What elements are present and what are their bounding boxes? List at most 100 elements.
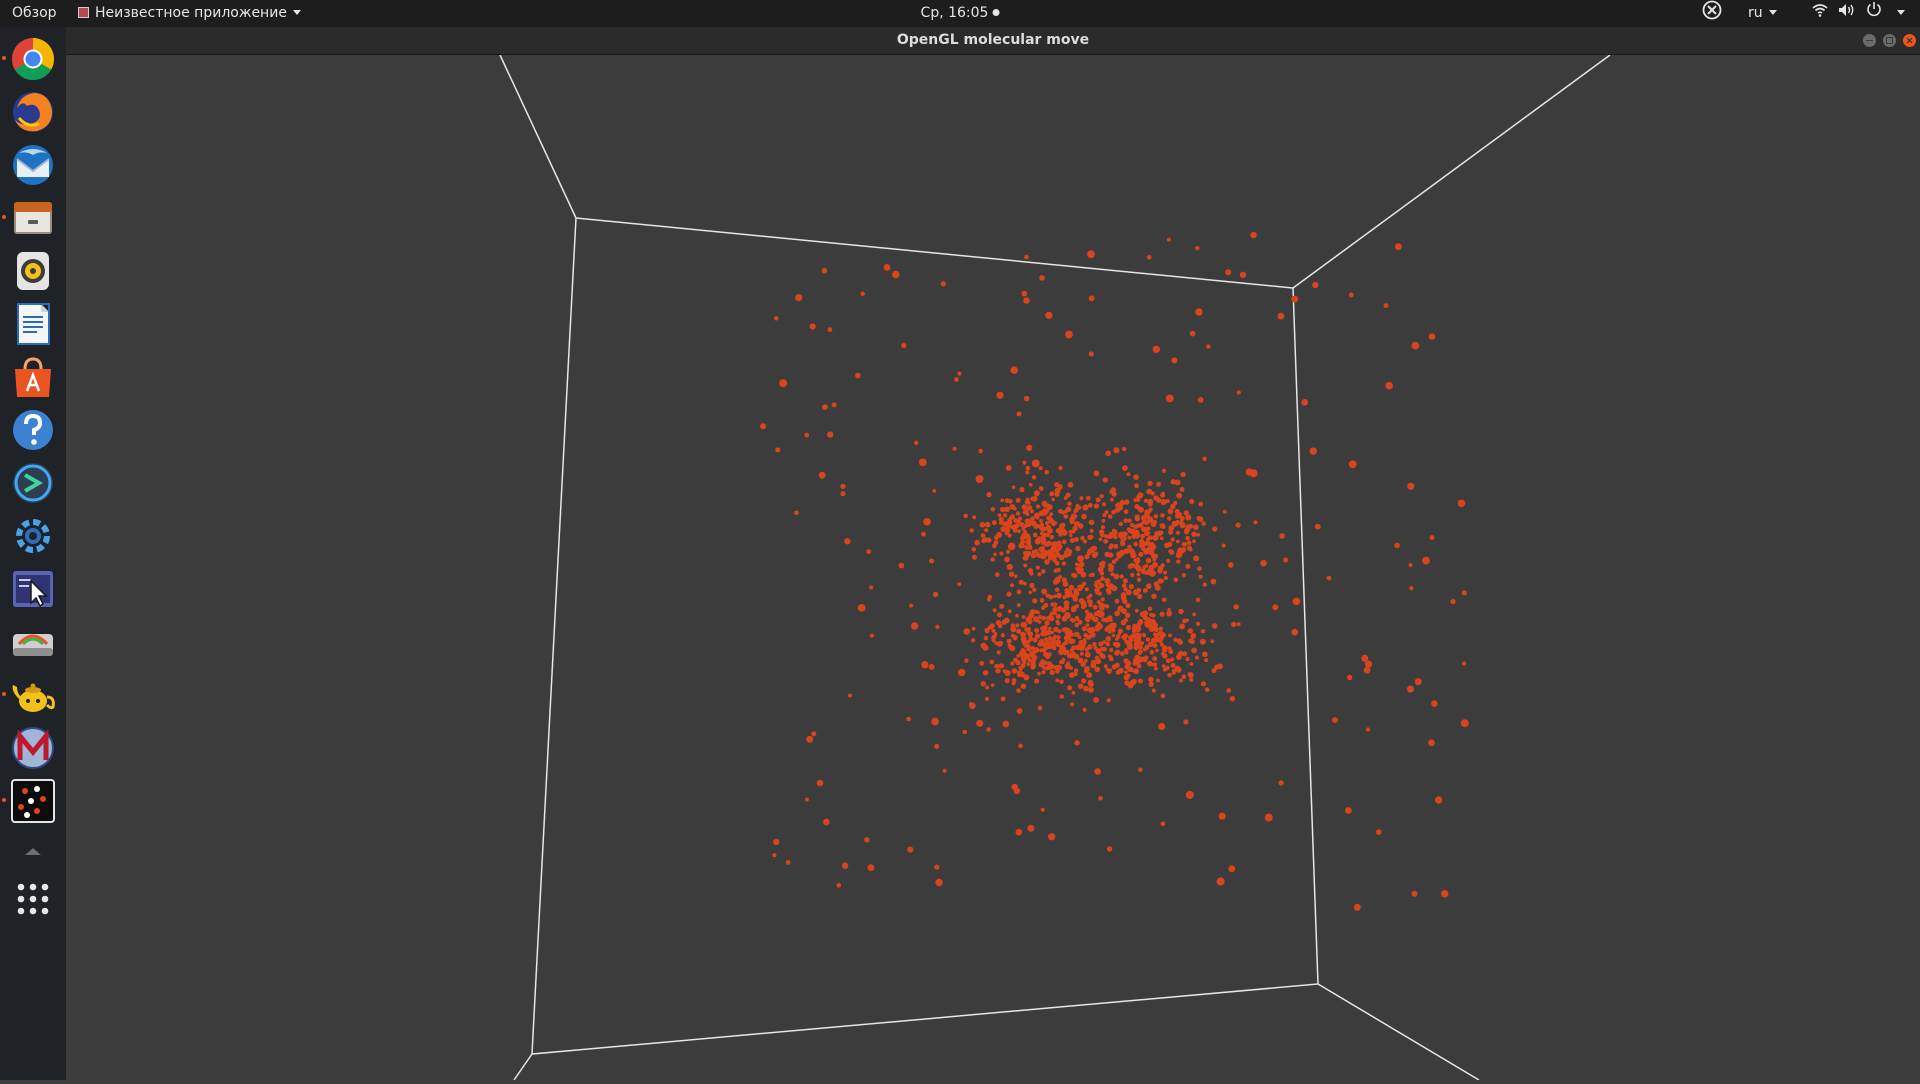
cluster-particle — [1124, 649, 1128, 653]
scattered-particle — [1326, 575, 1332, 581]
dock-item-writer[interactable] — [9, 300, 57, 348]
cluster-particle — [979, 661, 985, 666]
cluster-particle — [1160, 500, 1166, 505]
scattered-particle — [866, 549, 872, 554]
cluster-particle — [1049, 534, 1054, 540]
cluster-particle — [1006, 638, 1012, 644]
cluster-particle — [1138, 551, 1144, 557]
app-menu-label: Неизвестное приложение — [95, 5, 287, 21]
scattered-particle — [1159, 635, 1164, 641]
dock-item-molecular[interactable] — [2, 777, 57, 825]
cluster-particle — [1165, 499, 1170, 504]
power-icon[interactable] — [1866, 0, 1882, 27]
cluster-particle — [1034, 628, 1040, 633]
cluster-particle — [1039, 597, 1045, 603]
cluster-particle — [1097, 566, 1104, 573]
scattered-particle — [760, 423, 767, 430]
cluster-particle — [1042, 660, 1048, 666]
cluster-particle — [1133, 541, 1138, 547]
cluster-particle — [1111, 633, 1116, 638]
cluster-particle — [1129, 528, 1136, 535]
box-edge-top-left — [499, 54, 577, 219]
scattered-particle — [1216, 877, 1225, 886]
activities-button[interactable]: Обзор — [12, 0, 57, 27]
cluster-particle — [1069, 629, 1073, 634]
clock[interactable]: Ср, 16:05 — [921, 0, 1000, 27]
cluster-particle — [1003, 617, 1010, 624]
remote-tray-icon[interactable] — [1702, 0, 1722, 27]
cluster-particle — [1118, 521, 1124, 527]
dock-scroll-up[interactable] — [17, 841, 49, 861]
cluster-particle — [1151, 688, 1156, 693]
dock-item-help[interactable] — [9, 406, 57, 454]
molecular-app-icon — [11, 779, 55, 823]
scattered-particle — [1165, 394, 1174, 403]
cluster-particle — [1083, 658, 1088, 663]
wifi-icon[interactable] — [1812, 0, 1828, 27]
dock-item-files[interactable] — [2, 194, 57, 242]
scattered-particle — [934, 864, 940, 870]
dock-item-chrome[interactable] — [2, 35, 57, 83]
dock-item-disk[interactable] — [9, 618, 57, 666]
cluster-particle — [1022, 510, 1027, 515]
cluster-particle — [1055, 619, 1060, 624]
teapot-icon — [12, 683, 55, 712]
cluster-particle — [1163, 575, 1168, 581]
cluster-particle — [1033, 523, 1039, 529]
cluster-particle — [1025, 521, 1032, 528]
cluster-particle — [1186, 540, 1192, 545]
cluster-particle — [1077, 587, 1082, 592]
cluster-particle — [1167, 541, 1173, 547]
cluster-particle — [1037, 572, 1042, 577]
scattered-particle — [935, 878, 943, 887]
dock-item-settings[interactable] — [9, 512, 57, 560]
dock-item-maxima[interactable] — [9, 724, 57, 772]
cluster-particle — [1025, 466, 1031, 471]
scattered-particle — [1189, 330, 1196, 337]
dock-item-teapot[interactable] — [2, 671, 57, 719]
cluster-particle — [1057, 629, 1062, 634]
cluster-particle — [982, 670, 989, 676]
scattered-particle — [816, 779, 824, 787]
scattered-particle — [1312, 281, 1319, 289]
cluster-particle — [1147, 660, 1153, 667]
window-titlebar[interactable]: OpenGL molecular move — [66, 27, 1920, 55]
cluster-particle — [1039, 546, 1045, 553]
scattered-particle — [864, 837, 870, 843]
dock-item-rhythmbox[interactable] — [9, 247, 57, 295]
close-button[interactable] — [1903, 34, 1916, 47]
cluster-particle — [990, 683, 995, 687]
scattered-particle — [976, 719, 984, 727]
maximize-button[interactable] — [1883, 34, 1896, 47]
cluster-particle — [1054, 482, 1059, 487]
maxima-icon — [12, 727, 54, 769]
scattered-particle — [892, 270, 900, 279]
scattered-particle — [785, 860, 791, 865]
dock-item-screenshot[interactable] — [9, 565, 57, 613]
dock-item-software[interactable] — [9, 353, 57, 401]
language-indicator[interactable]: ru — [1748, 0, 1777, 27]
dock-item-thunderbird[interactable] — [9, 141, 57, 189]
scattered-particle — [963, 628, 971, 635]
cluster-particle — [1071, 690, 1076, 695]
dock-item-firefox[interactable] — [9, 88, 57, 136]
cluster-particle — [1204, 658, 1209, 663]
cluster-particle — [1045, 521, 1049, 526]
cluster-particle — [1060, 510, 1066, 515]
cluster-particle — [1211, 623, 1218, 629]
cluster-particle — [1115, 637, 1119, 641]
cluster-particle — [1169, 549, 1175, 555]
dock-item-remote[interactable] — [9, 459, 57, 507]
cluster-particle — [1152, 643, 1158, 648]
system-menu-chevron-icon[interactable] — [1891, 0, 1905, 27]
cluster-particle — [1004, 530, 1010, 536]
cluster-particle — [928, 664, 935, 670]
app-menu[interactable]: Неизвестное приложение — [78, 0, 301, 27]
minimize-button[interactable] — [1863, 34, 1876, 47]
opengl-viewport[interactable] — [66, 54, 1920, 1081]
cluster-particle — [1021, 504, 1028, 510]
volume-icon[interactable] — [1838, 0, 1856, 27]
cluster-particle — [1067, 501, 1072, 506]
cluster-particle — [1093, 697, 1099, 703]
show-applications-button[interactable] — [9, 875, 57, 923]
